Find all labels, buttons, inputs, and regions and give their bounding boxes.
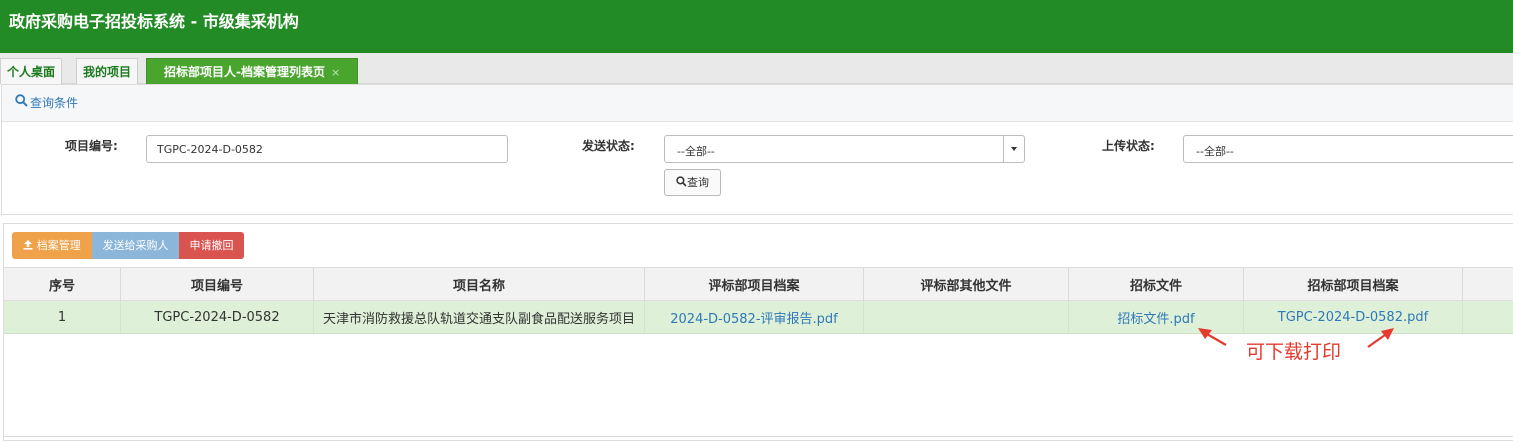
annotation-note: 可下载打印 (1246, 341, 1342, 363)
arrow-icon (1367, 328, 1394, 348)
annotation-arrows (1198, 328, 1394, 348)
arrow-icon (1198, 328, 1227, 346)
